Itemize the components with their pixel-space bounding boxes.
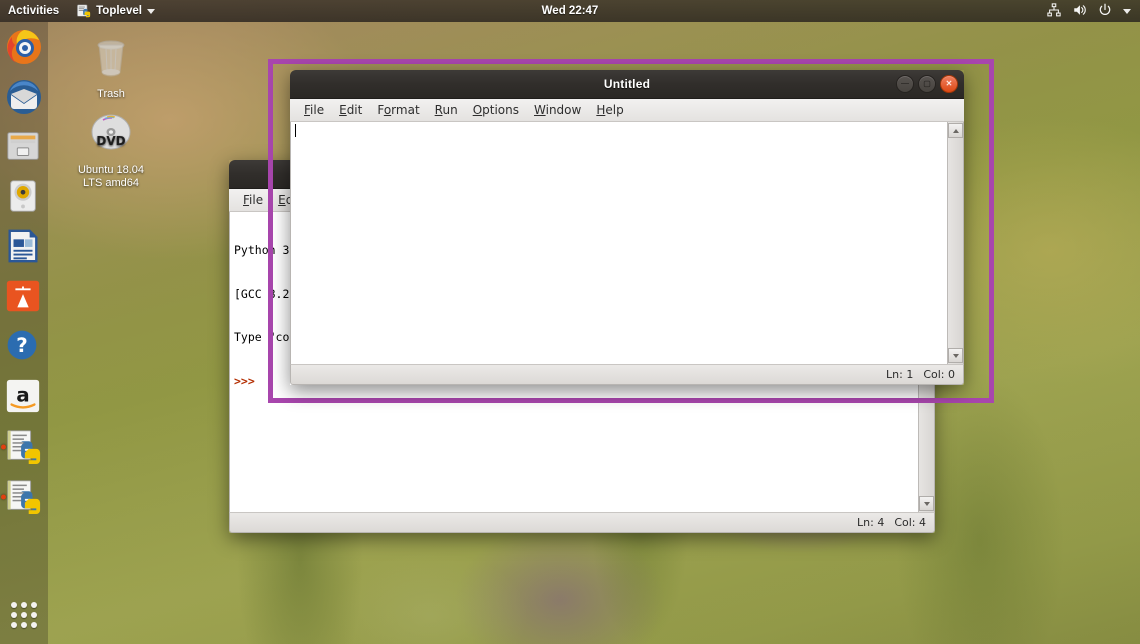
- maximize-button[interactable]: ▢: [918, 75, 936, 93]
- scroll-down-icon[interactable]: [919, 496, 934, 511]
- editor-vertical-scrollbar[interactable]: [947, 122, 963, 364]
- editor-window-controls: — ▢ ✕: [896, 70, 958, 98]
- activities-button[interactable]: Activities: [0, 0, 69, 22]
- clock[interactable]: Wed 22:47: [0, 5, 1140, 17]
- dock-item-help[interactable]: ?: [0, 322, 48, 372]
- power-icon[interactable]: [1098, 3, 1112, 20]
- thunderbird-icon: [4, 77, 44, 117]
- shell-statusbar: Ln: 4 Col: 4: [229, 512, 935, 533]
- editor-text-area[interactable]: [291, 122, 963, 364]
- editor-line-indicator: Ln: 1: [886, 368, 914, 381]
- app-menu-button[interactable]: Toplevel: [69, 0, 163, 22]
- desktop-icon-label: Ubuntu 18.04 LTS amd64: [77, 164, 145, 189]
- editor-statusbar: Ln: 1 Col: 0: [290, 364, 964, 385]
- desktop-icon-trash[interactable]: Trash: [68, 32, 154, 101]
- network-icon[interactable]: [1047, 2, 1061, 20]
- show-applications-button[interactable]: [0, 594, 48, 636]
- ubuntu-software-icon: [4, 277, 44, 317]
- firefox-icon: [4, 27, 44, 67]
- text-cursor: [295, 124, 296, 137]
- libreoffice-writer-icon: [4, 227, 44, 267]
- editor-col-indicator: Col: 0: [923, 368, 955, 381]
- editor-menu-format[interactable]: Format: [371, 101, 425, 119]
- dock-item-firefox[interactable]: [0, 22, 48, 72]
- idle-python-icon: [77, 4, 91, 18]
- launcher-dock: ? a: [0, 22, 48, 644]
- dock-item-ubuntu-software[interactable]: [0, 272, 48, 322]
- dock-item-idle-shell[interactable]: [0, 422, 48, 472]
- app-menu-label: Toplevel: [96, 5, 142, 17]
- amazon-icon: a: [4, 377, 44, 417]
- dock-item-rhythmbox[interactable]: [0, 172, 48, 222]
- editor-window-title: Untitled: [603, 77, 651, 91]
- volume-icon[interactable]: [1072, 3, 1087, 20]
- dock-item-libreoffice-writer[interactable]: [0, 222, 48, 272]
- rhythmbox-icon: [4, 177, 44, 217]
- app-menu-caret-icon: [146, 8, 155, 14]
- editor-menu-options[interactable]: Options: [467, 101, 525, 119]
- svg-text:a: a: [16, 383, 29, 407]
- editor-window-titlebar[interactable]: Untitled — ▢ ✕: [290, 70, 964, 99]
- idle-python-shell-icon: [4, 427, 44, 467]
- shell-col-indicator: Col: 4: [894, 516, 926, 529]
- editor-menu-run[interactable]: Run: [429, 101, 464, 119]
- scroll-up-icon[interactable]: [948, 123, 963, 138]
- editor-menu-help[interactable]: Help: [590, 101, 629, 119]
- top-bar: Activities Toplevel Wed 22:47: [0, 0, 1140, 22]
- editor-menu-file[interactable]: File: [298, 101, 330, 119]
- editor-body: [290, 122, 964, 364]
- svg-text:DVD: DVD: [96, 134, 125, 148]
- trash-icon: [68, 32, 154, 84]
- dock-item-files[interactable]: [0, 122, 48, 172]
- dock-item-thunderbird[interactable]: [0, 72, 48, 122]
- files-icon: [4, 127, 44, 167]
- app-grid-icon: [11, 602, 37, 628]
- idle-python-editor-icon: [4, 477, 44, 517]
- dock-item-amazon[interactable]: a: [0, 372, 48, 422]
- desktop-screen: Activities Toplevel Wed 22:47 ? a Trash …: [0, 0, 1140, 644]
- svg-text:?: ?: [16, 334, 27, 357]
- system-menu-caret-icon[interactable]: [1123, 8, 1131, 14]
- editor-menu-window[interactable]: Window: [528, 101, 587, 119]
- scroll-down-icon[interactable]: [948, 348, 963, 363]
- help-icon: ?: [4, 327, 44, 367]
- shell-menu-file[interactable]: File: [237, 191, 269, 209]
- dock-item-idle-editor[interactable]: [0, 472, 48, 522]
- desktop-icon-label: Trash: [97, 88, 125, 100]
- editor-menubar: File Edit Format Run Options Window Help: [290, 99, 964, 122]
- close-button[interactable]: ✕: [940, 75, 958, 93]
- editor-window[interactable]: Untitled — ▢ ✕ File Edit Format Run Opti…: [290, 70, 964, 385]
- editor-menu-edit[interactable]: Edit: [333, 101, 368, 119]
- minimize-button[interactable]: —: [896, 75, 914, 93]
- shell-line-indicator: Ln: 4: [857, 516, 885, 529]
- dvd-icon: DVD: [68, 112, 154, 160]
- system-indicators: [1047, 2, 1140, 20]
- desktop-icon-ubuntu-dvd[interactable]: DVD Ubuntu 18.04 LTS amd64: [68, 112, 154, 190]
- top-bar-left: Activities Toplevel: [0, 0, 163, 22]
